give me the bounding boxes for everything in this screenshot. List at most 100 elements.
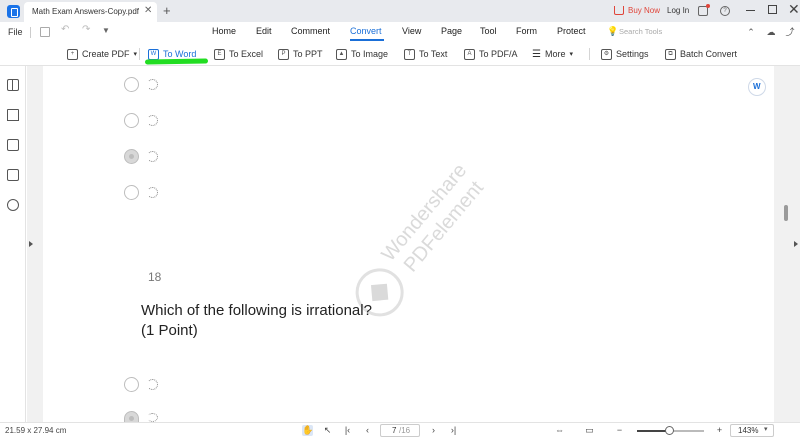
chevron-down-icon: ▾	[133, 51, 138, 58]
zoom-in-icon[interactable]: +	[714, 425, 725, 436]
menu-comment[interactable]: Comment	[291, 26, 330, 36]
convert-to-word-float-button[interactable]	[748, 78, 766, 96]
separator	[30, 27, 31, 38]
right-panel-expand-icon[interactable]	[794, 241, 798, 247]
select-tool-icon[interactable]: ↖	[322, 425, 333, 436]
more-button[interactable]: ☰ More ▾	[532, 47, 573, 61]
current-page: 7	[392, 426, 397, 435]
answer-radio[interactable]	[124, 113, 139, 128]
to-word-label: To Word	[163, 49, 197, 59]
menu-convert[interactable]: Convert	[350, 26, 382, 36]
tab-close-icon[interactable]: ✕	[144, 5, 152, 16]
last-page-icon[interactable]: ›|	[448, 425, 459, 436]
answer-radio[interactable]	[124, 377, 139, 392]
previous-page-icon[interactable]: ‹	[362, 425, 373, 436]
lightbulb-icon: 💡	[607, 26, 619, 36]
list-icon: ☰	[532, 48, 541, 60]
bookmark-icon[interactable]	[7, 109, 19, 121]
sidebar-expand-icon[interactable]	[29, 241, 33, 247]
question-points: (1 Point)	[141, 322, 198, 339]
to-image-button[interactable]: ▲ To Image	[336, 47, 388, 61]
chevron-down-icon: ▾	[764, 426, 768, 433]
to-pdfa-label: To PDF/A	[479, 49, 518, 59]
undo-icon[interactable]: ↶	[61, 24, 71, 35]
answer-radio[interactable]	[124, 185, 139, 200]
cart-icon[interactable]	[614, 6, 624, 15]
maximize-icon[interactable]	[768, 5, 777, 14]
batch-icon: ⧉	[665, 48, 676, 60]
to-ppt-label: To PPT	[293, 49, 323, 59]
to-ppt-button[interactable]: P To PPT	[278, 47, 323, 61]
ppt-icon: P	[278, 48, 289, 60]
buy-now-link[interactable]: Buy Now	[628, 6, 660, 15]
save-icon[interactable]	[40, 27, 50, 37]
menu-tool[interactable]: Tool	[480, 26, 497, 36]
first-page-icon[interactable]: |‹	[342, 425, 353, 436]
image-icon: ▲	[336, 48, 347, 60]
share-icon[interactable]: ⤴	[785, 27, 795, 37]
next-page-icon[interactable]: ›	[428, 425, 439, 436]
minimize-icon[interactable]	[746, 10, 755, 11]
loading-spinner-icon	[147, 115, 158, 126]
chevron-down-icon: ▾	[569, 51, 573, 58]
loading-spinner-icon	[147, 79, 158, 90]
page-view-icon[interactable]: ▭	[584, 425, 595, 436]
convert-ribbon: + Create PDF ▾ W To Word E To Excel P To…	[0, 42, 800, 66]
active-menu-underline	[350, 39, 384, 41]
answer-radio-partial[interactable]	[124, 411, 139, 422]
hand-tool-icon[interactable]: ✋	[302, 425, 313, 436]
attachment-icon[interactable]	[7, 169, 19, 181]
loading-spinner-icon	[147, 379, 158, 390]
menu-bar: File ↶ ↷ ▼ Home Edit Comment Convert Vie…	[0, 22, 800, 42]
expand-icon[interactable]: ⌃	[746, 27, 756, 37]
vertical-scrollbar[interactable]	[783, 66, 789, 422]
search-tools-input[interactable]: Search Tools	[619, 27, 662, 36]
to-pdfa-button[interactable]: A To PDF/A	[464, 47, 518, 61]
create-pdf-button[interactable]: + Create PDF ▾	[67, 47, 137, 61]
answer-radio-selected[interactable]	[124, 149, 139, 164]
page-size: 21.59 x 27.94 cm	[5, 426, 67, 435]
create-pdf-icon: +	[67, 48, 78, 60]
zoom-out-icon[interactable]: −	[614, 425, 625, 436]
to-excel-button[interactable]: E To Excel	[214, 47, 263, 61]
loading-spinner-icon	[147, 187, 158, 198]
loading-spinner-icon	[147, 151, 158, 162]
word-icon: W	[148, 48, 159, 60]
settings-button[interactable]: ⚙ Settings	[601, 47, 649, 61]
redo-icon[interactable]: ↷	[82, 24, 92, 35]
thumbnails-icon[interactable]	[7, 79, 19, 91]
comment-icon[interactable]	[7, 139, 19, 151]
fit-width-icon[interactable]: ⇔	[554, 425, 565, 436]
left-sidebar	[0, 66, 26, 422]
more-label: More	[544, 49, 566, 59]
settings-icon: ⚙	[601, 48, 612, 60]
menu-home[interactable]: Home	[212, 26, 236, 36]
menu-edit[interactable]: Edit	[256, 26, 272, 36]
search-icon[interactable]	[7, 199, 19, 211]
cloud-upload-icon[interactable]: ☁	[766, 27, 776, 37]
close-window-icon[interactable]: ✕	[788, 1, 800, 18]
file-menu[interactable]: File	[8, 27, 23, 37]
notification-icon[interactable]	[698, 4, 710, 16]
menu-view[interactable]: View	[402, 26, 421, 36]
document-tab-title: Math Exam Answers-Copy.pdf	[32, 7, 140, 16]
help-icon[interactable]: ?	[720, 6, 730, 16]
separator	[589, 48, 590, 60]
new-tab-icon[interactable]: +	[163, 3, 171, 18]
question-number: 18	[148, 270, 162, 284]
batch-convert-button[interactable]: ⧉ Batch Convert	[665, 47, 737, 61]
to-image-label: To Image	[351, 49, 389, 59]
menu-page[interactable]: Page	[441, 26, 462, 36]
document-tab[interactable]: Math Exam Answers-Copy.pdf ✕	[24, 2, 157, 22]
separator	[139, 48, 140, 60]
menu-form[interactable]: Form	[516, 26, 537, 36]
scrollbar-thumb[interactable]	[784, 205, 788, 221]
settings-label: Settings	[616, 49, 649, 59]
menu-protect[interactable]: Protect	[557, 26, 586, 36]
zoom-slider-knob[interactable]	[665, 426, 674, 435]
to-text-button[interactable]: T To Text	[404, 47, 447, 61]
quick-access-dropdown-icon[interactable]: ▼	[102, 26, 112, 36]
login-link[interactable]: Log In	[667, 6, 689, 15]
title-bar: Math Exam Answers-Copy.pdf ✕ + Buy Now L…	[0, 0, 800, 22]
answer-radio[interactable]	[124, 77, 139, 92]
